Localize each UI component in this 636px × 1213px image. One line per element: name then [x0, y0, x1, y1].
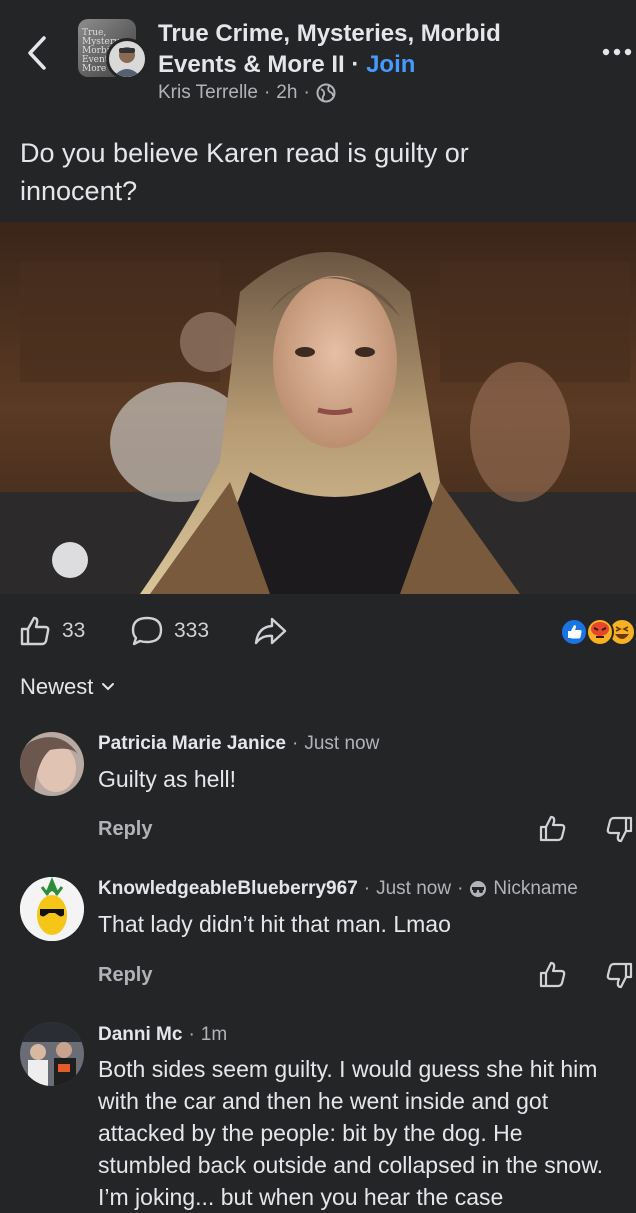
commenter-name[interactable]: Patricia Marie Janice: [98, 733, 286, 755]
share-arrow-icon: [254, 617, 287, 645]
more-dots-icon: [602, 48, 632, 56]
nickname-badge: Nickname: [493, 878, 578, 899]
thumbs-up-icon: [539, 961, 566, 988]
sort-label: Newest: [20, 674, 94, 699]
group-avatar[interactable]: True, Mystery, Morbid Events & More: [78, 19, 150, 80]
chevron-down-icon: [102, 683, 115, 691]
thumbs-up-icon: [539, 815, 566, 842]
like-button[interactable]: 33: [18, 612, 85, 650]
like-reaction-icon: [560, 618, 588, 646]
group-name-line[interactable]: True Crime, Mysteries, Morbid Events & M…: [158, 18, 558, 80]
comment-header: Patricia Marie Janice · Just now: [98, 733, 380, 755]
courtroom-photo: [0, 222, 636, 594]
thumbs-down-icon: [606, 962, 633, 989]
comment-button[interactable]: 333: [130, 612, 209, 650]
comment-text: That lady didn’t hit that man. Lmao: [98, 911, 451, 937]
back-button[interactable]: [20, 30, 56, 76]
comment-time: Just now: [304, 733, 380, 754]
upvote-button[interactable]: [538, 814, 568, 844]
like-count: 33: [62, 619, 86, 642]
commenter-avatar[interactable]: [20, 877, 84, 941]
share-button[interactable]: [252, 612, 288, 650]
separator-dot: ·: [351, 51, 360, 78]
post-time[interactable]: 2h: [276, 82, 297, 104]
comment-time: 1m: [200, 1024, 228, 1045]
comment-count: 333: [174, 619, 210, 642]
post-byline: Kris Terrelle · 2h ·: [158, 82, 336, 104]
downvote-button[interactable]: [604, 960, 634, 990]
post-text: Do you believe Karen read is guilty or i…: [20, 138, 469, 206]
join-button[interactable]: Join: [366, 51, 415, 78]
chevron-left-icon: [28, 36, 46, 70]
commenter-name[interactable]: Danni Mc: [98, 1024, 182, 1046]
comment-time: Just now: [376, 878, 452, 899]
group-name[interactable]: True Crime, Mysteries, Morbid Events & M…: [158, 20, 501, 78]
comment-bubble-icon: [131, 616, 163, 646]
comment-text: Guilty as hell!: [98, 766, 237, 792]
commenter-avatar[interactable]: [20, 732, 84, 796]
downvote-button[interactable]: [604, 814, 634, 844]
reply-button[interactable]: Reply: [98, 818, 152, 841]
pineapple-avatar-icon: [20, 877, 84, 941]
reply-button[interactable]: Reply: [98, 964, 152, 987]
upvote-button[interactable]: [538, 960, 568, 990]
comment-text: Both sides seem guilty. I would guess sh…: [98, 1056, 604, 1210]
comment-header: KnowledgeableBlueberry967 · Just now · N…: [98, 878, 578, 900]
thumbs-down-icon: [606, 816, 633, 843]
globe-icon: [316, 83, 336, 103]
angry-reaction-icon: [586, 618, 614, 646]
more-options-button[interactable]: [600, 42, 636, 62]
reaction-summary[interactable]: [560, 616, 636, 648]
comment-sort-dropdown[interactable]: Newest: [20, 674, 115, 700]
commenter-avatar[interactable]: [20, 1022, 84, 1086]
commenter-name[interactable]: KnowledgeableBlueberry967: [98, 878, 358, 900]
post-photo[interactable]: [0, 222, 636, 594]
author-avatar: [106, 38, 148, 80]
author-name[interactable]: Kris Terrelle: [158, 82, 258, 104]
thumbs-up-icon: [20, 616, 50, 646]
comment-header: Danni Mc · 1m: [98, 1024, 228, 1046]
incognito-icon: [470, 881, 487, 897]
